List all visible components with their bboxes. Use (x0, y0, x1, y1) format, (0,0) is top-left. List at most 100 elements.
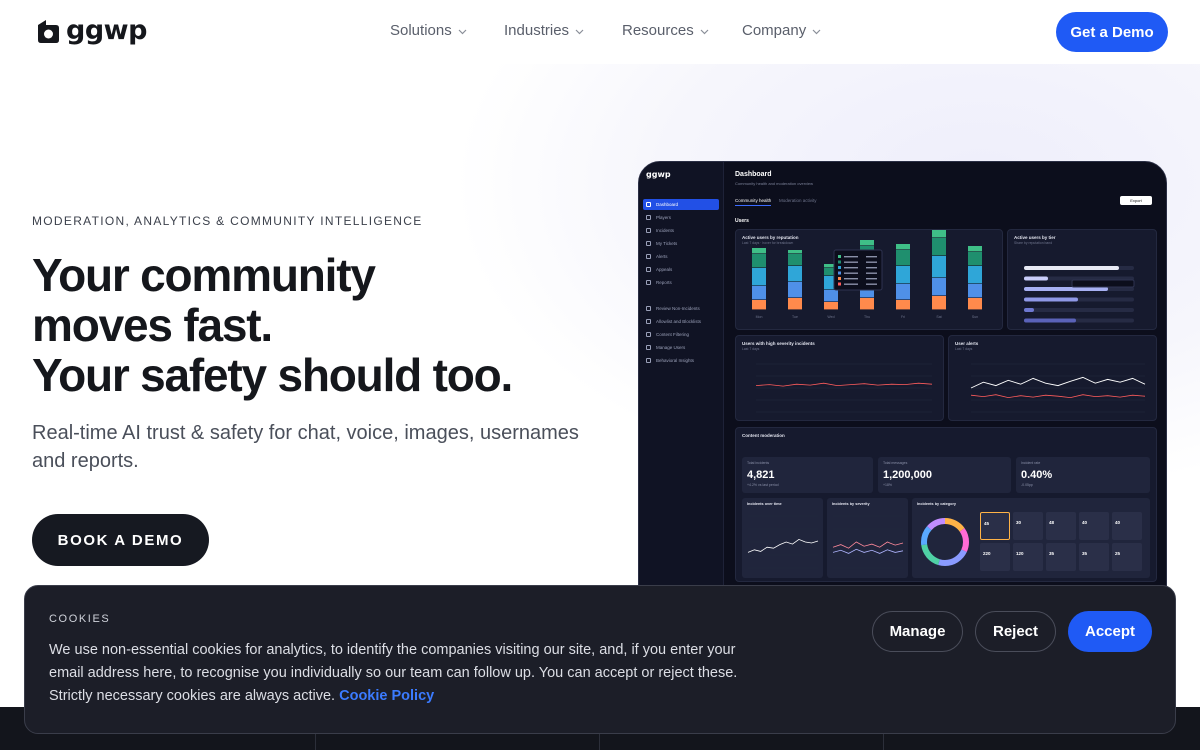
tab-community-health: Community health (735, 198, 772, 206)
tooltip-line (844, 283, 858, 285)
tile-value: 48 (1049, 520, 1055, 525)
chevron-down-icon (700, 29, 709, 34)
reject-button[interactable]: Reject (975, 611, 1056, 652)
bar-segment (752, 248, 766, 254)
bar-track (1024, 308, 1134, 312)
tooltip-line (866, 261, 877, 263)
dashboard-sidebar-item: Appeals (643, 264, 719, 275)
line-chart (755, 363, 933, 413)
bar-segment (896, 244, 910, 250)
axis-tick-label: Sun (972, 315, 978, 319)
headline-line: moves fast. (32, 299, 273, 351)
dashboard-preview: ggwp Dashboard Players Incidents My Tickets… (638, 161, 1167, 601)
tile-value: 120 (1016, 551, 1024, 556)
horizontal-bar-chart (1024, 266, 1135, 323)
card-title: Content moderation (742, 433, 785, 438)
stat-tile: Total incidents 4,821 +4.2% vs last peri… (742, 457, 873, 493)
dashboard-sidebar-item: Players (643, 212, 719, 223)
tile-value: 25 (1115, 551, 1121, 556)
category-tile: 40 (1079, 512, 1109, 540)
sidebar-item-label: Appeals (656, 267, 673, 272)
dashboard-sidebar-item: Manage Users (643, 342, 719, 353)
category-tile: 45 (980, 512, 1010, 540)
category-tile: 35 (1046, 543, 1076, 571)
dashboard-subtitle: Community health and moderation overview (735, 181, 814, 186)
nav-label: Company (742, 22, 807, 39)
cookie-policy-link[interactable]: Cookie Policy (339, 688, 434, 704)
category-tile: 220 (980, 543, 1010, 571)
bar-segment (896, 250, 910, 266)
tile-value: 35 (1082, 551, 1088, 556)
sidebar-item-icon (646, 267, 651, 272)
mini-card-category: Incidents by category 45 30 48 40 40 220 120 35… (912, 498, 1150, 578)
series-line (970, 394, 1146, 399)
bar-segment (932, 278, 946, 296)
bar-segment (788, 266, 802, 282)
nav-label: Solutions (390, 22, 452, 39)
series-line (832, 548, 904, 554)
dashboard-main: Dashboard Community health and moderatio… (725, 162, 1166, 600)
tooltip-swatch (838, 277, 841, 280)
sidebar-item-label: Alerts (656, 254, 668, 259)
stat-delta: +18% (883, 483, 893, 487)
hero-subhead: Real-time AI trust & safety for chat, vo… (32, 422, 579, 472)
axis-tick-label: Fri (901, 315, 905, 319)
sidebar-item-icon (646, 280, 651, 285)
tile-value: 45 (984, 521, 990, 526)
category-tile: 30 (1013, 512, 1043, 540)
tab-moderation-activity: Moderation activity (779, 198, 817, 203)
sidebar-item-icon (646, 345, 651, 350)
sidebar-item-icon (646, 241, 651, 246)
bar-segment (932, 230, 946, 238)
tooltip-line (866, 272, 877, 274)
stacked-bar-chart: Mon Tue Wed Thu Fri Sat Sun (752, 230, 982, 319)
dashboard-sidebar-item: My Tickets (643, 238, 719, 249)
category-tile: 35 (1079, 543, 1109, 571)
bar-segment (968, 266, 982, 284)
logo-text: ggwp (66, 15, 147, 46)
get-a-demo-button[interactable]: Get a Demo (1056, 12, 1168, 52)
dashboard-title: Dashboard (735, 171, 772, 178)
stat-label: Total incidents (747, 461, 770, 465)
bar-segment (968, 298, 982, 310)
bar-segment (752, 286, 766, 300)
bar-segment (860, 240, 874, 246)
axis-tick-label: Thu (864, 315, 870, 319)
card-active-users-region: Active users by reputation Last 7 days ·… (735, 229, 1003, 330)
nav-company[interactable]: Company (742, 22, 821, 39)
bar-segment (788, 254, 802, 266)
nav-label: Resources (622, 22, 694, 39)
manage-button[interactable]: Manage (872, 611, 963, 652)
bar-segment (932, 238, 946, 256)
logo[interactable]: ggwp (32, 16, 147, 46)
stat-value: 0.40% (1021, 469, 1053, 481)
dashboard-sidebar: ggwp Dashboard Players Incidents My Tickets… (639, 162, 724, 600)
sidebar-item-label: Allowlist and Blocklists (656, 319, 702, 324)
book-a-demo-button[interactable]: BOOK A DEMO (32, 514, 209, 566)
tooltip-swatch (838, 255, 841, 258)
nav-label: Industries (504, 22, 570, 39)
chart-tooltip (1071, 279, 1135, 288)
users-section-title: Users (735, 218, 749, 224)
bar-segment (896, 284, 910, 300)
series-line (832, 541, 904, 549)
stat-label: Total messages (883, 461, 908, 465)
tooltip-swatch (838, 266, 841, 269)
accept-button[interactable]: Accept (1068, 611, 1152, 652)
tile-value: 220 (983, 551, 991, 556)
nav-solutions[interactable]: Solutions (390, 22, 467, 39)
tooltip-line (844, 272, 858, 274)
card-high-severity: Users with high severity incidents Last … (735, 335, 944, 421)
bar-segment (896, 266, 910, 284)
tooltip-swatch (838, 260, 841, 264)
dashboard-sidebar-item: Review Non-Incidents (643, 303, 719, 314)
stat-value: 4,821 (747, 469, 775, 481)
stat-delta: +4.2% vs last period (747, 483, 779, 487)
category-tile: 120 (1013, 543, 1043, 571)
dashboard-sidebar-item: Incidents (643, 225, 719, 236)
tile-value: 35 (1049, 551, 1055, 556)
series-line (970, 376, 1146, 389)
nav-industries[interactable]: Industries (504, 22, 584, 39)
nav-resources[interactable]: Resources (622, 22, 709, 39)
tooltip-swatch (838, 271, 841, 275)
